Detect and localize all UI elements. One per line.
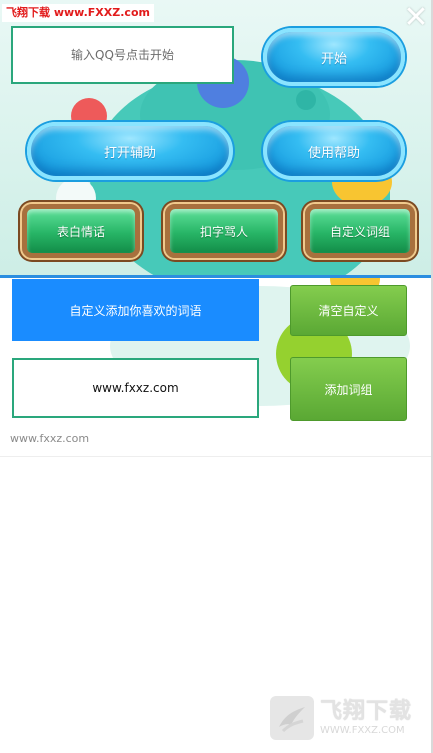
confess-phrases-button[interactable]: 表白情话 bbox=[22, 204, 140, 258]
start-button[interactable]: 开始 bbox=[263, 28, 405, 86]
logo-subtitle: WWW.FXXZ.COM bbox=[320, 725, 405, 736]
clear-custom-button[interactable]: 清空自定义 bbox=[290, 285, 407, 336]
add-group-button[interactable]: 添加词组 bbox=[290, 357, 407, 421]
fxxz-logo-icon bbox=[270, 696, 314, 740]
watermark-text: 飞翔下载 www.FXXZ.com bbox=[2, 4, 154, 22]
site-logo: 飞翔下载 WWW.FXXZ.COM bbox=[270, 690, 422, 746]
logo-text: 飞翔下载 WWW.FXXZ.COM bbox=[320, 699, 412, 737]
custom-phrases-button[interactable]: 自定义词组 bbox=[305, 204, 415, 258]
typing-curse-button[interactable]: 扣字骂人 bbox=[165, 204, 283, 258]
qq-number-input[interactable] bbox=[11, 26, 234, 84]
teal-dot bbox=[296, 90, 316, 110]
custom-word-input[interactable] bbox=[12, 358, 259, 418]
open-assist-button[interactable]: 打开辅助 bbox=[27, 122, 233, 180]
close-icon[interactable]: ✕ bbox=[403, 3, 429, 33]
app-window: 飞翔下载 www.FXXZ.com ✕ 开始 打开辅助 使用帮助 表白情话 扣字… bbox=[0, 0, 433, 753]
custom-words-label: 自定义添加你喜欢的词语 bbox=[12, 279, 259, 341]
footer-url: www.fxxz.com bbox=[10, 432, 90, 445]
logo-title: 飞翔下载 bbox=[320, 699, 413, 724]
help-button[interactable]: 使用帮助 bbox=[263, 122, 405, 180]
